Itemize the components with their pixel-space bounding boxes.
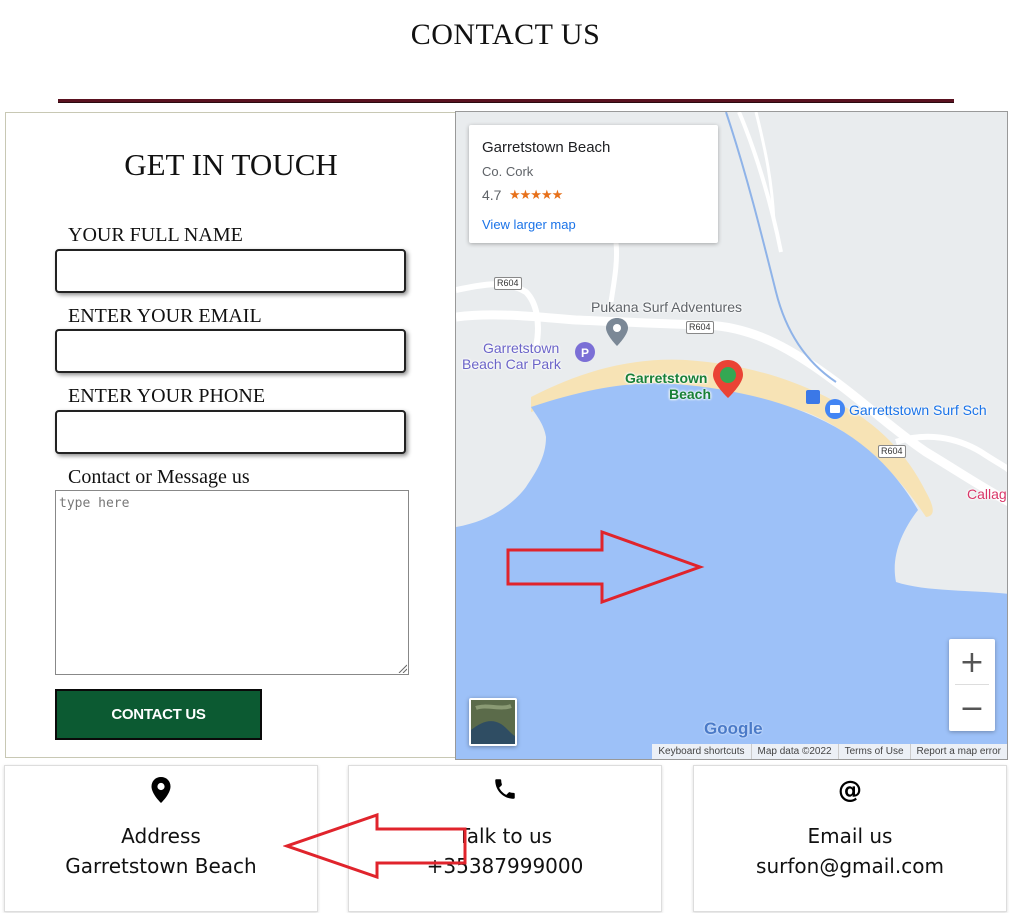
phone-icon xyxy=(495,779,515,799)
map-label-beach-1[interactable]: Garretstown xyxy=(625,370,707,386)
place-info-card: Garretstown Beach Co. Cork 4.7 ★★★★★ Vie… xyxy=(469,125,718,243)
surf-school-marker-icon[interactable] xyxy=(825,399,845,419)
map-attribution-bar: Keyboard shortcuts Map data ©2022 Terms … xyxy=(652,744,1007,759)
terms-of-use-link[interactable]: Terms of Use xyxy=(837,744,910,759)
page-title: CONTACT US xyxy=(410,18,601,51)
road-shield-r604-west: R604 xyxy=(494,277,522,290)
map-label-beach-2[interactable]: Beach xyxy=(669,386,711,402)
phone-card: Talk to us +35387999000 xyxy=(348,765,662,912)
email-card-title: Email us xyxy=(807,824,893,848)
form-heading: GET IN TOUCH xyxy=(124,147,338,182)
map-data-text: Map data ©2022 xyxy=(750,744,838,759)
name-input[interactable] xyxy=(55,249,406,293)
satellite-layer-toggle[interactable] xyxy=(469,698,517,746)
report-map-error-link[interactable]: Report a map error xyxy=(909,744,1007,759)
phone-input[interactable] xyxy=(55,410,406,454)
address-card-value: Garretstown Beach xyxy=(65,854,257,878)
resize-grip-icon[interactable] xyxy=(398,664,407,673)
map-label-surf-adventures[interactable]: Pukana Surf Adventures xyxy=(591,299,742,315)
name-label: YOUR FULL NAME xyxy=(68,224,243,246)
email-card: @ Email us surfon@gmail.com xyxy=(693,765,1007,912)
title-divider xyxy=(58,99,954,103)
phone-card-title: Talk to us xyxy=(457,824,553,848)
location-pin-icon xyxy=(151,777,171,803)
svg-text:P: P xyxy=(581,346,589,360)
contact-form: GET IN TOUCH YOUR FULL NAME ENTER YOUR E… xyxy=(5,112,456,758)
message-label: Contact or Message us xyxy=(68,466,250,488)
bus-stop-icon xyxy=(806,390,820,404)
place-rating: 4.7 xyxy=(482,187,502,203)
parking-marker-icon[interactable]: P xyxy=(575,342,595,362)
place-region: Co. Cork xyxy=(482,164,534,179)
address-card-title: Address xyxy=(121,824,201,848)
view-larger-map-link[interactable]: View larger map xyxy=(482,217,576,232)
google-logo: Google xyxy=(704,719,763,738)
phone-card-value: +35387999000 xyxy=(426,854,584,878)
map-label-surf-school[interactable]: Garrettstown Surf Sch xyxy=(849,402,987,418)
map-label-car-park-1[interactable]: Garretstown xyxy=(483,340,559,356)
map-embed[interactable]: P R604 R604 R604 Pukana Surf Adventures … xyxy=(455,111,1008,760)
phone-label: ENTER YOUR PHONE xyxy=(68,385,266,407)
email-card-value: surfon@gmail.com xyxy=(756,854,944,878)
road-shield-r604-east: R604 xyxy=(878,445,906,458)
zoom-in-button[interactable]: + xyxy=(949,639,995,685)
zoom-out-button[interactable]: − xyxy=(949,685,995,731)
place-name: Garretstown Beach xyxy=(482,139,611,156)
contact-submit-button[interactable]: CONTACT US xyxy=(55,689,262,740)
map-label-callag[interactable]: Callag xyxy=(967,486,1007,502)
email-label: ENTER YOUR EMAIL xyxy=(68,305,262,327)
email-input[interactable] xyxy=(55,329,406,373)
keyboard-shortcuts-link[interactable]: Keyboard shortcuts xyxy=(652,744,750,759)
map-label-car-park-2[interactable]: Beach Car Park xyxy=(462,356,561,372)
zoom-controls: + − xyxy=(949,639,995,731)
message-textarea[interactable]: type here xyxy=(55,490,409,675)
rating-stars-icon: ★★★★★ xyxy=(509,187,563,202)
address-card: Address Garretstown Beach xyxy=(4,765,318,912)
road-shield-r604-center: R604 xyxy=(686,321,714,334)
at-sign-icon: @ xyxy=(838,776,862,804)
